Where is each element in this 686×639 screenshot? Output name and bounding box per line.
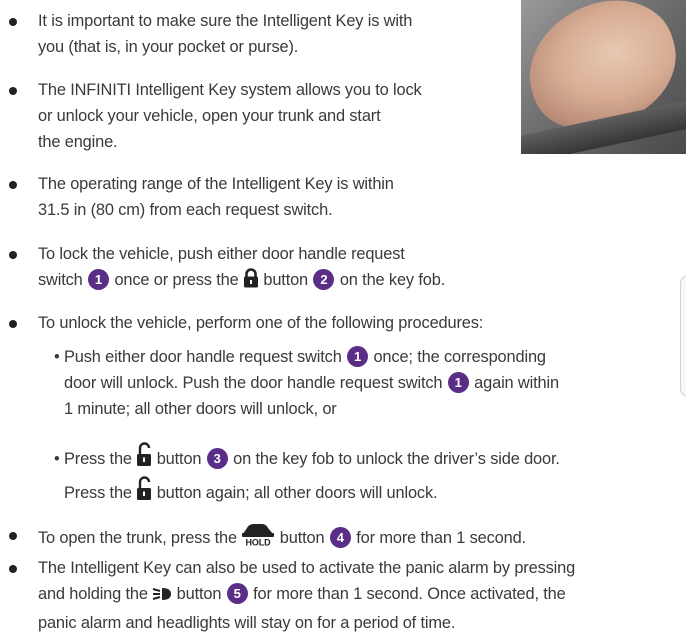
bullet-dot bbox=[9, 87, 17, 95]
bullet-key-with-you: It is important to make sure the Intelli… bbox=[9, 8, 413, 60]
panic-alarm-icon bbox=[152, 584, 172, 610]
callout-badge-1: 1 bbox=[447, 372, 469, 393]
line: To lock the vehicle, push either door ha… bbox=[38, 245, 405, 263]
callout-badge-4: 4 bbox=[329, 527, 351, 548]
edge-graphic bbox=[680, 275, 686, 397]
text: on the key fob. bbox=[335, 271, 446, 289]
bullet-open-trunk: To open the trunk, press the HOLD button… bbox=[9, 522, 526, 554]
bullet-dot bbox=[9, 532, 17, 540]
unlock-icon bbox=[136, 441, 152, 475]
text: button bbox=[258, 271, 313, 289]
bullet-dot bbox=[9, 251, 17, 259]
bullet-unlock-vehicle: To unlock the vehicle, perform one of th… bbox=[9, 310, 484, 336]
text: button bbox=[172, 585, 226, 603]
line: or unlock your vehicle, open your trunk … bbox=[38, 107, 381, 125]
text: and holding the bbox=[38, 585, 153, 603]
bullet-dot bbox=[9, 18, 17, 26]
callout-badge-1: 1 bbox=[347, 346, 369, 367]
text: • Press the bbox=[54, 450, 137, 468]
text: To open the trunk, press the bbox=[38, 529, 242, 547]
callout-badge-1: 1 bbox=[88, 269, 110, 290]
line: • Press the button 3 on the key fob to u… bbox=[54, 441, 560, 475]
lock-icon bbox=[243, 268, 259, 296]
line: To open the trunk, press the HOLD button… bbox=[38, 522, 526, 554]
text: button bbox=[275, 529, 329, 547]
line: It is important to make sure the Intelli… bbox=[38, 12, 413, 30]
line: The INFINITI Intelligent Key system allo… bbox=[38, 81, 422, 99]
sub-bullet-key-fob-unlock: • Press the button 3 on the key fob to u… bbox=[54, 441, 560, 509]
line: 1 minute; all other doors will unlock, o… bbox=[64, 400, 337, 418]
text: for more than 1 second. bbox=[351, 529, 526, 547]
bullet-dot bbox=[9, 181, 17, 189]
line: switch 1 once or press the button 2 on t… bbox=[38, 267, 445, 296]
text: on the key fob to unlock the driver’s si… bbox=[228, 450, 560, 468]
key-handle-photo bbox=[521, 0, 686, 154]
line: The Intelligent Key can also be used to … bbox=[38, 559, 576, 577]
bullet-system-overview: The INFINITI Intelligent Key system allo… bbox=[9, 77, 422, 155]
line: Press the button again; all other doors … bbox=[54, 475, 560, 509]
text: • Push either door handle request switch bbox=[54, 348, 347, 366]
text: once or press the bbox=[110, 271, 243, 289]
text: button bbox=[152, 450, 206, 468]
sub-bullet-request-switch: • Push either door handle request switch… bbox=[54, 344, 559, 422]
line: you (that is, in your pocket or purse). bbox=[38, 38, 299, 56]
line: door will unlock. Push the door handle r… bbox=[54, 370, 559, 396]
bullet-lock-vehicle: To lock the vehicle, push either door ha… bbox=[9, 241, 445, 296]
text: switch bbox=[38, 271, 88, 289]
svg-text:HOLD: HOLD bbox=[246, 538, 272, 547]
line: panic alarm and headlights will stay on … bbox=[38, 614, 456, 632]
line: • Push either door handle request switch… bbox=[54, 344, 559, 370]
line: 31.5 in (80 cm) from each request switch… bbox=[38, 201, 333, 219]
callout-badge-3: 3 bbox=[206, 448, 228, 469]
line: The operating range of the Intelligent K… bbox=[38, 175, 394, 193]
bullet-panic-alarm: The Intelligent Key can also be used to … bbox=[9, 555, 576, 636]
text: again within bbox=[469, 374, 559, 392]
bullet-operating-range: The operating range of the Intelligent K… bbox=[9, 171, 394, 223]
text: door will unlock. Push the door handle r… bbox=[64, 374, 447, 392]
line: and holding the button 5 for more than 1… bbox=[38, 581, 575, 610]
line: the engine. bbox=[38, 133, 118, 151]
text: for more than 1 second. Once activated, … bbox=[248, 585, 566, 603]
trunk-hold-icon: HOLD bbox=[241, 522, 275, 554]
callout-badge-2: 2 bbox=[313, 269, 335, 290]
unlock-icon bbox=[136, 475, 152, 509]
bullet-dot bbox=[9, 320, 17, 328]
text: button again; all other doors will unloc… bbox=[152, 484, 438, 502]
callout-badge-5: 5 bbox=[226, 583, 248, 604]
text: once; the corresponding bbox=[369, 348, 546, 366]
line: To unlock the vehicle, perform one of th… bbox=[38, 314, 484, 332]
bullet-dot bbox=[9, 565, 17, 573]
text: Press the bbox=[64, 484, 137, 502]
